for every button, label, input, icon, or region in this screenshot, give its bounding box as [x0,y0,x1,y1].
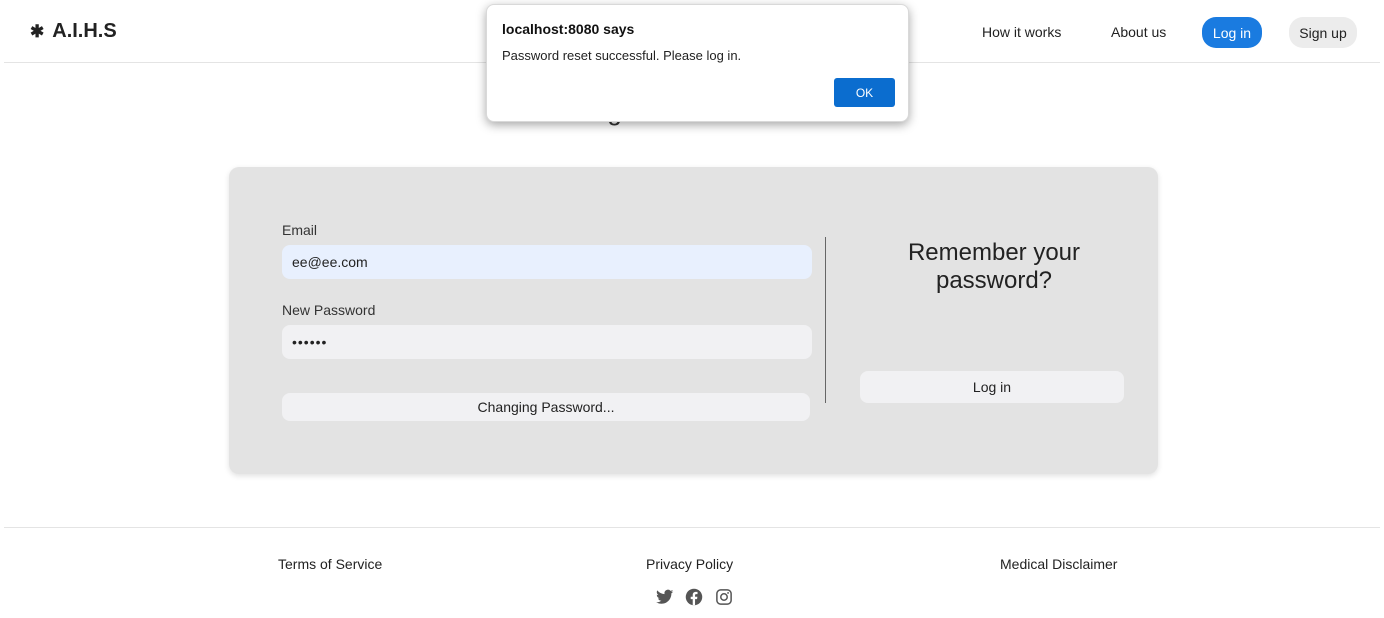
instagram-icon[interactable] [715,588,733,606]
dialog-message: Password reset successful. Please log in… [502,48,742,63]
site-footer: Terms of Service Privacy Policy Medical … [4,527,1380,618]
twitter-icon[interactable] [656,588,674,606]
nav-how-it-works[interactable]: How it works [982,24,1061,40]
new-password-label: New Password [282,302,376,318]
new-password-field[interactable] [282,325,812,359]
header-login-button[interactable]: Log in [1202,17,1262,48]
brand-logo[interactable]: ✱ A.I.H.S [30,20,117,43]
dialog-title: localhost:8080 says [502,21,635,37]
asterisk-icon: ✱ [30,22,45,41]
email-label: Email [282,222,318,238]
brand-name: A.I.H.S [52,20,117,42]
dialog-ok-button[interactable]: OK [834,78,895,107]
vertical-divider [825,237,826,403]
change-password-button[interactable]: Changing Password... [282,393,810,421]
remember-password-heading: Remember your password? [907,239,1081,294]
email-field[interactable] [282,245,812,279]
nav-about-us[interactable]: About us [1111,24,1166,40]
page: ✱ A.I.H.S How it works About us Log in S… [4,4,1380,617]
header-signup-button[interactable]: Sign up [1289,17,1357,48]
facebook-icon[interactable] [685,588,703,606]
medical-disclaimer-link[interactable]: Medical Disclaimer [1000,556,1117,572]
alert-dialog: localhost:8080 says Password reset succe… [486,4,909,122]
privacy-policy-link[interactable]: Privacy Policy [646,556,733,572]
card-login-button[interactable]: Log in [860,371,1124,403]
reset-password-card: Email New Password Changing Password... … [229,167,1158,474]
terms-of-service-link[interactable]: Terms of Service [278,556,382,572]
